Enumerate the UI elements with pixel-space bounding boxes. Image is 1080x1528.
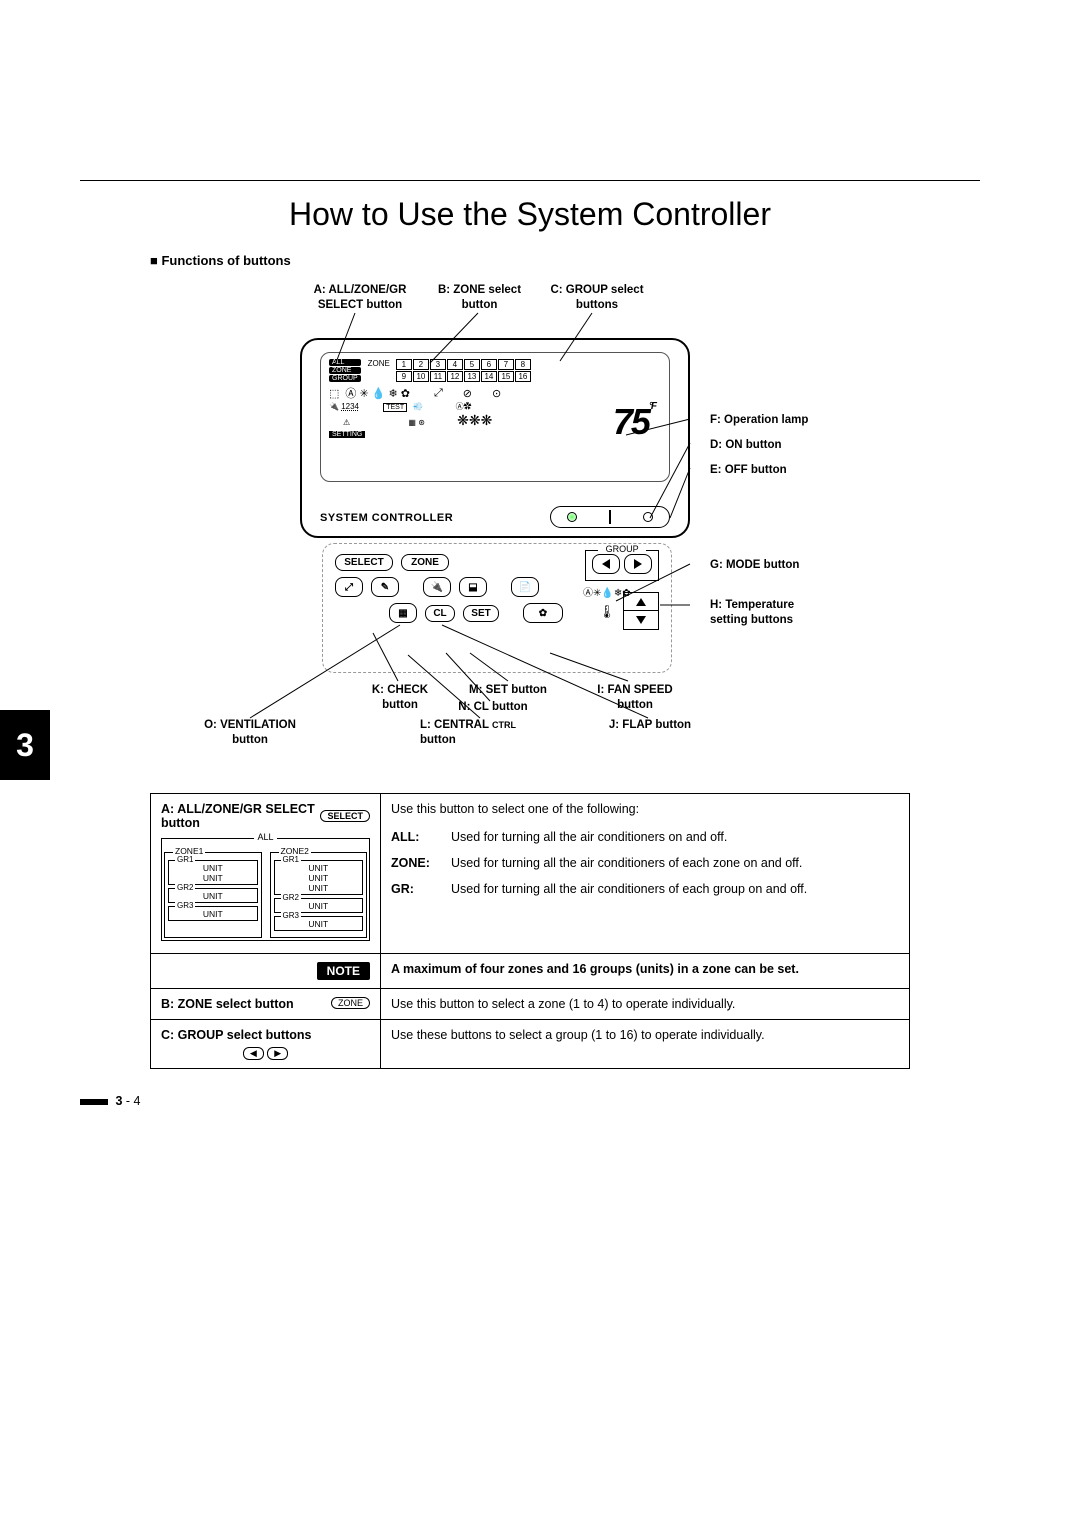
callout-fanspeed: I: FAN SPEED button	[585, 683, 685, 713]
off-button[interactable]	[643, 512, 653, 522]
callout-off-button: E: OFF button	[710, 463, 787, 478]
triangle-down-icon	[636, 616, 646, 624]
test-label: TEST	[383, 403, 407, 412]
table-row-c: C: GROUP select buttons ◀ ▶ Use these bu…	[151, 1020, 910, 1069]
triangle-up-icon	[636, 598, 646, 606]
table-row-a: A: ALL/ZONE/GR SELECT button SELECT ALL …	[151, 794, 910, 954]
central-icon: ⊛	[418, 418, 425, 427]
operation-lamp	[567, 512, 577, 522]
mode-icons-row: ⬚ Ⓐ ✳ 💧 ❄ ✿ ⤢ ⊘ ⊙	[329, 385, 661, 401]
ventilation-button[interactable]: 🔌	[423, 577, 451, 597]
ventilation-indicator-icon: 💨	[413, 402, 423, 411]
description-table: A: ALL/ZONE/GR SELECT button SELECT ALL …	[150, 793, 910, 1069]
temperature-display: 75°F	[613, 401, 655, 443]
remote-icon: 🔌	[329, 402, 339, 411]
chapter-tab: 3	[0, 710, 50, 780]
system-controller-label: SYSTEM CONTROLLER	[320, 512, 453, 524]
note-badge: NOTE	[317, 962, 370, 980]
group-number-grid: 1 2 3 4 5 6 7 8 9 10 11 12 13	[396, 359, 532, 382]
select-button[interactable]: SELECT	[335, 554, 393, 571]
controller-diagram: A: ALL/ZONE/GR SELECT button B: ZONE sel…	[150, 283, 910, 773]
swing-button[interactable]: ⤢	[335, 577, 363, 597]
on-button[interactable]	[609, 510, 611, 524]
lcd-display: ALL ZONE GROUP ZONE 1 2 3 4 5 6 7 8	[320, 352, 670, 482]
callout-select: A: ALL/ZONE/GR SELECT button	[300, 283, 420, 313]
prohibit-icon: ⊘	[463, 387, 472, 400]
section-heading: Functions of buttons	[80, 253, 980, 268]
page-footer: 3 - 4	[80, 1094, 980, 1108]
table-row-note: NOTE A maximum of four zones and 16 grou…	[151, 954, 910, 989]
set-button[interactable]: SET	[463, 605, 499, 622]
swing-icon: ⤢	[434, 387, 443, 400]
page-title: How to Use the System Controller	[80, 196, 980, 233]
callout-on-button: D: ON button	[710, 438, 782, 453]
hierarchy-diagram: ALL ZONE1 GR1 UNIT UNIT GR2 UNIT GR3	[161, 838, 370, 941]
button-deck: SELECT ZONE GROUP Ⓐ✳💧❄✿ ⤢ ✎ 🔌 ⬓ 📄 ▦ CL S…	[322, 543, 672, 673]
lamp-and-power-buttons	[550, 506, 670, 528]
temp-up-down	[623, 592, 659, 630]
filter-icon: ⬚	[329, 387, 339, 400]
callout-operation-lamp: F: Operation lamp	[710, 413, 808, 428]
controller-shell: ALL ZONE GROUP ZONE 1 2 3 4 5 6 7 8	[300, 338, 690, 538]
triangle-right-icon	[634, 559, 642, 569]
zone-badge: ZONE	[331, 997, 370, 1009]
group-left-button[interactable]	[592, 554, 620, 574]
note-text: A maximum of four zones and 16 groups (u…	[381, 954, 910, 989]
callout-set: M: SET button	[468, 683, 548, 698]
callout-flap: J: FLAP button	[595, 718, 705, 733]
central-ctrl-button[interactable]: ▦	[389, 603, 417, 623]
temp-down-button[interactable]	[624, 611, 658, 629]
warning-icon: ⚠	[343, 418, 350, 427]
top-rule	[80, 180, 980, 181]
cl-button[interactable]: CL	[425, 605, 455, 622]
callout-zone-select: B: ZONE select button	[432, 283, 527, 313]
thermometer-icon: 🌡	[598, 604, 615, 620]
group-frame: GROUP	[585, 550, 659, 581]
timer-icon: ⊙	[492, 387, 501, 400]
check-button[interactable]: ✎	[371, 577, 399, 597]
callout-cl: N: CL button	[448, 700, 538, 715]
row-a-title: A: ALL/ZONE/GR SELECT button	[161, 802, 320, 830]
flap-button[interactable]: ⬓	[459, 577, 487, 597]
row-c-desc: Use these buttons to select a group (1 t…	[381, 1020, 910, 1069]
callout-mode-button: G: MODE button	[710, 558, 799, 573]
callout-central: L: CENTRAL CTRL button	[420, 718, 560, 748]
table-row-b: B: ZONE select button ZONE Use this butt…	[151, 989, 910, 1020]
fan-speed-button[interactable]: ✿	[523, 603, 563, 623]
callout-check: K: CHECK button	[365, 683, 435, 713]
mode-button[interactable]: 📄	[511, 577, 539, 597]
grid-icon: ▦	[408, 418, 416, 427]
zone-button[interactable]: ZONE	[401, 554, 449, 571]
callout-ventilation: O: VENTILATION button	[190, 718, 310, 748]
mode-labels: ALL ZONE GROUP	[329, 359, 361, 382]
group-left-badge: ◀	[243, 1047, 264, 1060]
temp-up-button[interactable]	[624, 593, 658, 611]
triangle-left-icon	[602, 559, 610, 569]
row-b-desc: Use this button to select a zone (1 to 4…	[381, 989, 910, 1020]
row-c-title: C: GROUP select buttons	[161, 1028, 370, 1042]
fan-speed-icon: ❋❋❋	[457, 412, 492, 428]
auto-fan-icon: Ⓐ✿	[456, 402, 472, 411]
footer-bar-icon	[80, 1099, 108, 1105]
select-badge: SELECT	[320, 810, 370, 822]
setting-label: SETTING	[329, 431, 365, 438]
callout-temp-buttons: H: Temperature setting buttons	[710, 598, 830, 628]
mode-definitions: ALL: Used for turning all the air condit…	[391, 830, 899, 896]
group-right-button[interactable]	[624, 554, 652, 574]
row-a-intro: Use this button to select one of the fol…	[391, 802, 899, 816]
zone-label: ZONE	[368, 359, 390, 368]
display-row3: 🔌 1234 TEST 💨 Ⓐ✿ ⚠ ▦ ⊛ ❋❋❋ SETTING	[329, 401, 661, 438]
row-b-title: B: ZONE select button	[161, 997, 294, 1011]
group-right-badge: ▶	[267, 1047, 288, 1060]
callout-group-select: C: GROUP select buttons	[542, 283, 652, 313]
